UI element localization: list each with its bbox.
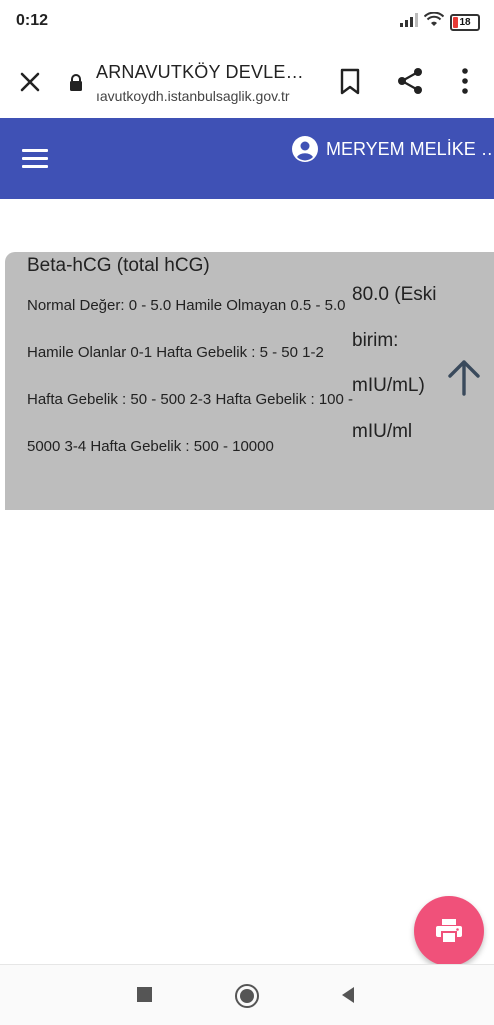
print-button[interactable]	[414, 896, 484, 966]
more-options-button[interactable]	[454, 66, 476, 98]
close-tab-button[interactable]	[14, 66, 46, 98]
bookmark-icon	[340, 68, 360, 95]
signal-icon	[400, 12, 418, 32]
close-icon	[20, 72, 40, 92]
menu-icon[interactable]	[22, 143, 48, 173]
browser-toolbar: ARNAVUTKÖY DEVLE… ıavutkoydh.istanbulsag…	[0, 46, 494, 118]
battery-level: 18	[459, 16, 471, 28]
status-bar: 0:12 18	[0, 0, 494, 46]
status-time: 0:12	[16, 12, 49, 29]
share-icon	[398, 68, 422, 94]
app-header: MERYEM MELİKE …	[0, 118, 494, 199]
user-menu[interactable]: MERYEM MELİKE …	[292, 136, 494, 162]
reference-range: Normal Değer: 0 - 5.0 Hamile Olmayan 0.5…	[27, 297, 354, 455]
user-name: MERYEM MELİKE …	[326, 138, 494, 159]
system-navigation-bar	[0, 964, 494, 1025]
print-icon	[436, 919, 462, 944]
share-button[interactable]	[396, 66, 426, 98]
home-circle-icon[interactable]	[235, 984, 259, 1008]
account-circle-icon	[292, 136, 318, 162]
wifi-icon	[423, 11, 445, 32]
battery-icon: 18	[450, 13, 480, 31]
recents-square-icon[interactable]	[137, 987, 152, 1002]
back-triangle-icon[interactable]	[340, 986, 356, 1009]
more-vert-icon	[462, 68, 468, 94]
arrow-up-icon	[445, 357, 483, 397]
bookmark-button[interactable]	[338, 68, 364, 98]
lock-icon	[69, 74, 83, 96]
page-title[interactable]: ARNAVUTKÖY DEVLE…	[96, 62, 304, 83]
test-name: Beta-hCG (total hCG)	[27, 255, 210, 276]
page-url[interactable]: ıavutkoydh.istanbulsaglik.gov.tr	[96, 88, 290, 104]
test-result-card[interactable]: Beta-hCG (total hCG) Normal Değer: 0 - 5…	[5, 252, 494, 510]
status-icons: 18	[400, 11, 480, 32]
